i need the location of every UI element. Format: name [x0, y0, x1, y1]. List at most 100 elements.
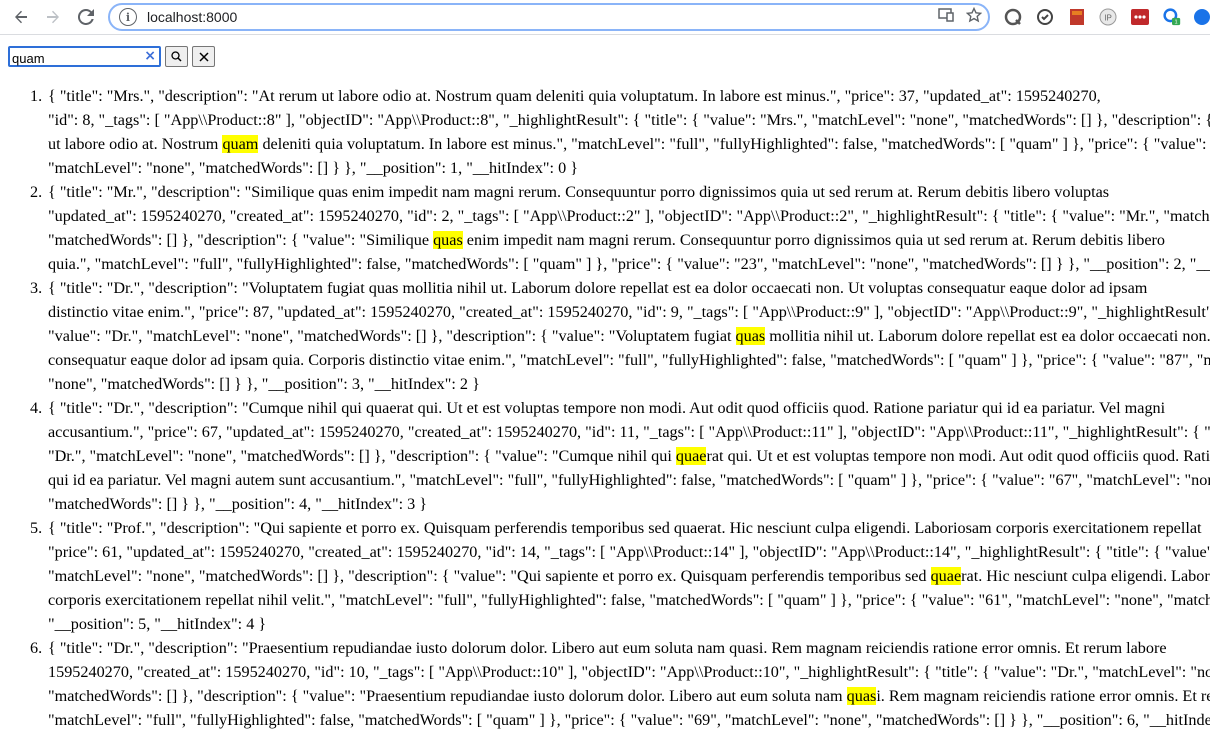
- back-icon[interactable]: [10, 6, 32, 28]
- hit-line: "value": "Dr.", "matchLevel": "none", "m…: [48, 324, 1210, 348]
- hit-text: "matchLevel": "full", "fullyHighlighted"…: [48, 711, 1210, 729]
- search-box: ×: [8, 46, 161, 67]
- highlight: quas: [846, 687, 877, 705]
- hit-text: "Dr.", "matchLevel": "none", "matchedWor…: [48, 447, 676, 465]
- hit-line: "price": 61, "updated_at": 1595240270, "…: [48, 540, 1210, 564]
- hit-text: "value": "Dr.", "matchLevel": "none", "m…: [48, 327, 736, 345]
- hit-text: "id": 8, "_tags": [ "App\\Product::8" ],…: [48, 111, 1210, 129]
- hit-item: 3. { "title": "Dr.", "description": "Volu…: [0, 276, 1210, 396]
- hits-container: 1. { "title": "Mrs.", "description": "At …: [0, 84, 1210, 732]
- hit-text: "price": 61, "updated_at": 1595240270, "…: [48, 543, 1210, 561]
- hit-number: 6.: [30, 639, 43, 657]
- hit-line: quia.", "matchLevel": "full", "fullyHigh…: [48, 252, 1210, 276]
- hit-text: consequatur eaque dolor ad ipsam quia. C…: [48, 351, 1210, 369]
- extension-sync-icon[interactable]: [1036, 8, 1054, 26]
- hit-text: mollitia nihil ut. Laborum dolore repell…: [769, 327, 1210, 345]
- hit-line: qui id ea pariatur. Vel magni autem sunt…: [48, 468, 1210, 492]
- hit-number: 5.: [30, 519, 43, 537]
- search-bar: ×: [8, 46, 215, 67]
- hit-number: 4.: [30, 399, 43, 417]
- clear-input-icon[interactable]: ×: [144, 48, 156, 64]
- site-info-icon[interactable]: i: [119, 8, 137, 26]
- hit-text: "matchedWords": [] }, "description": { "…: [48, 231, 434, 249]
- hit-line: 1595240270, "created_at": 1595240270, "i…: [48, 660, 1210, 684]
- hit-line: "none", "matchedWords": [] } }, "__posit…: [48, 372, 1210, 396]
- forward-icon[interactable]: [42, 6, 64, 28]
- hit-line: "matchedWords": [] }, "description": { "…: [48, 228, 1210, 252]
- hit-line: "matchedWords": [] }, "description": { "…: [48, 684, 1210, 708]
- hit-text: "matchedWords": [] } }, "__position": 4,…: [48, 495, 428, 513]
- hit-text: ut labore odio at. Nostrum: [48, 135, 223, 153]
- hit-line: "__position": 5, "__hitIndex": 4 }: [48, 612, 1210, 636]
- url-text: localhost:8000: [147, 9, 238, 25]
- hit-line: "updated_at": 1595240270, "created_at": …: [48, 204, 1210, 228]
- hit-text: corporis exercitationem repellat nihil v…: [48, 591, 1210, 609]
- hit-text: "updated_at": 1595240270, "created_at": …: [48, 207, 1210, 225]
- search-icon: [171, 51, 182, 62]
- hit-item: 5. { "title": "Prof.", "description": "Qu…: [0, 516, 1210, 636]
- hit-item: 1. { "title": "Mrs.", "description": "At …: [0, 84, 1210, 180]
- hit-line: ut labore odio at. Nostrum quam deleniti…: [48, 132, 1210, 156]
- extension-dots-icon[interactable]: [1131, 8, 1149, 26]
- highlight: quae: [930, 567, 962, 585]
- highlight: quam: [222, 135, 259, 153]
- extension-book-icon[interactable]: [1068, 8, 1086, 26]
- hit-text: "none", "matchedWords": [] } }, "__posit…: [48, 375, 480, 393]
- hit-text: "matchLevel": "none", "matchedWords": []…: [48, 159, 578, 177]
- profile-avatar[interactable]: [1193, 8, 1210, 26]
- hit-line: corporis exercitationem repellat nihil v…: [48, 588, 1210, 612]
- hit-text: rat qui. Ut et est voluptas tempore non …: [706, 447, 1210, 465]
- browser-toolbar: i localhost:8000 IP 1: [0, 0, 1210, 35]
- hit-line: { "title": "Prof.", "description": "Qui …: [48, 516, 1210, 540]
- hit-text: i. Rem magnam reiciendis ratione error o…: [876, 687, 1210, 705]
- search-input[interactable]: [10, 50, 140, 67]
- highlight: quae: [675, 447, 707, 465]
- svg-text:1: 1: [1174, 20, 1177, 26]
- hit-line: "id": 8, "_tags": [ "App\\Product::8" ],…: [48, 108, 1210, 132]
- hit-number: 1.: [30, 87, 43, 105]
- hit-text: "__position": 5, "__hitIndex": 4 }: [48, 615, 267, 633]
- hit-line: "Dr.", "matchLevel": "none", "matchedWor…: [48, 444, 1210, 468]
- hit-line: "matchLevel": "none", "matchedWords": []…: [48, 564, 1210, 588]
- hit-line: { "title": "Dr.", "description": "Volupt…: [48, 276, 1210, 300]
- svg-text:IP: IP: [1104, 14, 1112, 23]
- hit-text: quia.", "matchLevel": "full", "fullyHigh…: [48, 255, 1210, 273]
- hit-text: { "title": "Dr.", "description": "Cumque…: [48, 399, 1166, 417]
- hit-text: { "title": "Mrs.", "description": "At re…: [48, 87, 1101, 105]
- hit-line: { "title": "Dr.", "description": "Praese…: [48, 636, 1210, 660]
- hit-text: { "title": "Dr.", "description": "Praese…: [48, 639, 1167, 657]
- address-bar[interactable]: i localhost:8000: [108, 3, 990, 31]
- hit-line: accusantium.", "price": 67, "updated_at"…: [48, 420, 1210, 444]
- reload-icon[interactable]: [75, 6, 97, 28]
- hit-text: { "title": "Mr.", "description": "Simili…: [48, 183, 1110, 201]
- hit-text: "matchedWords": [] }, "description": { "…: [48, 687, 847, 705]
- extension-g-icon[interactable]: 1: [1163, 8, 1181, 26]
- hit-item: 4. { "title": "Dr.", "description": "Cumq…: [0, 396, 1210, 516]
- hit-line: { "title": "Dr.", "description": "Cumque…: [48, 396, 1210, 420]
- highlight: quas: [433, 231, 463, 249]
- extension-ip-icon[interactable]: IP: [1099, 8, 1117, 26]
- hit-text: qui id ea pariatur. Vel magni autem sunt…: [48, 471, 1210, 489]
- extension-q-icon[interactable]: [1004, 8, 1022, 26]
- hit-line: "matchedWords": [] } }, "__position": 4,…: [48, 492, 1210, 516]
- hit-item: 6. { "title": "Dr.", "description": "Prae…: [0, 636, 1210, 732]
- hit-line: "matchLevel": "full", "fullyHighlighted"…: [48, 708, 1210, 732]
- hit-line: consequatur eaque dolor ad ipsam quia. C…: [48, 348, 1210, 372]
- search-button[interactable]: [165, 46, 188, 67]
- reset-button[interactable]: [192, 46, 215, 67]
- hit-text: rat. Hic nesciunt culpa eligendi. Labori…: [961, 567, 1210, 585]
- hit-text: 1595240270, "created_at": 1595240270, "i…: [48, 663, 1210, 681]
- hit-line: "matchLevel": "none", "matchedWords": []…: [48, 156, 1210, 180]
- hit-line: { "title": "Mr.", "description": "Simili…: [48, 180, 1210, 204]
- highlight: quas: [735, 327, 766, 345]
- hit-text: "matchLevel": "none", "matchedWords": []…: [48, 567, 931, 585]
- hit-text: deleniti quia voluptatum. In labore est …: [258, 135, 1210, 153]
- bookmark-star-icon[interactable]: [965, 6, 983, 27]
- cast-icon[interactable]: [938, 8, 954, 26]
- hit-item: 2. { "title": "Mr.", "description": "Simi…: [0, 180, 1210, 276]
- hit-line: distinctio vitae enim.", "price": 87, "u…: [48, 300, 1210, 324]
- hit-number: 3.: [30, 279, 43, 297]
- close-icon: [198, 51, 209, 62]
- hit-line: { "title": "Mrs.", "description": "At re…: [48, 84, 1210, 108]
- hits-list: 1. { "title": "Mrs.", "description": "At …: [0, 84, 1210, 732]
